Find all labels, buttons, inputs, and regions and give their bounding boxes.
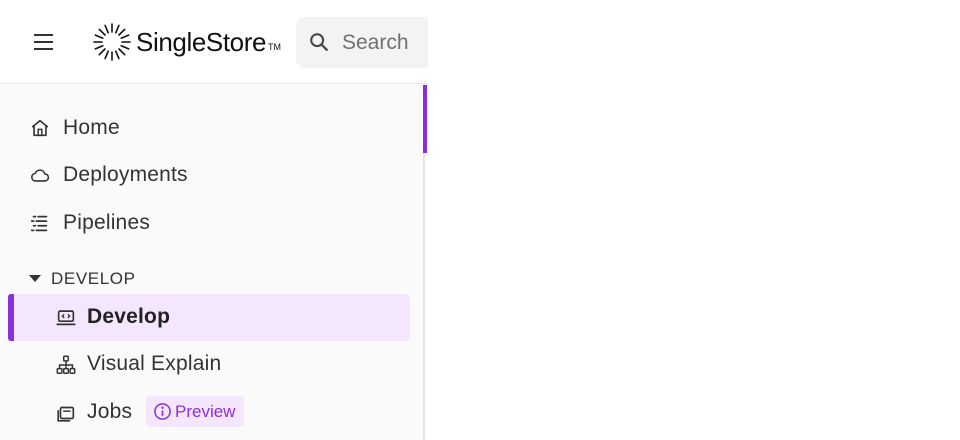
sidebar-item-home[interactable]: Home	[0, 104, 410, 151]
top-bar: SingleStore TM	[0, 0, 428, 84]
hierarchy-icon	[56, 355, 76, 374]
develop-icon	[56, 310, 76, 326]
search-box[interactable]	[296, 17, 428, 68]
sidebar-item-jobs[interactable]: Jobs Preview	[8, 389, 410, 436]
sidebar-item-label: Home	[63, 115, 120, 139]
sidebar-item-label: Visual Explain	[87, 352, 222, 375]
preview-badge: Preview	[146, 396, 245, 427]
sidebar-resize-handle[interactable]	[423, 85, 427, 153]
singlestore-logo[interactable]: SingleStore TM	[92, 22, 281, 62]
sidebar-item-pipelines[interactable]: Pipelines	[0, 199, 410, 246]
pipelines-icon	[30, 215, 48, 232]
jobs-icon	[57, 406, 75, 422]
sidebar-item-label: Jobs	[87, 400, 133, 423]
sidebar-item-label: Deployments	[63, 162, 188, 186]
info-icon	[154, 403, 171, 420]
sidebar: Home Deployments Pipelines DEVELOP Devel…	[0, 85, 423, 440]
sidebar-item-visual-explain[interactable]: Visual Explain	[8, 341, 410, 388]
brand-name: SingleStore	[136, 26, 267, 57]
sidebar-item-label: Pipelines	[63, 210, 151, 234]
develop-section-toggle[interactable]: DEVELOP	[0, 261, 410, 297]
trademark-mark: TM	[268, 42, 282, 52]
search-input[interactable]	[342, 29, 426, 57]
badge-label: Preview	[175, 401, 236, 421]
section-label: DEVELOP	[51, 269, 136, 288]
sidebar-item-develop[interactable]: Develop	[8, 294, 410, 341]
sidebar-item-label: Develop	[87, 305, 171, 328]
home-icon	[31, 119, 49, 137]
sidebar-item-deployments[interactable]: Deployments	[0, 151, 410, 198]
hamburger-menu-icon[interactable]	[30, 30, 58, 54]
search-icon	[310, 33, 328, 51]
caret-down-icon	[29, 275, 41, 282]
sunburst-logo-icon	[93, 23, 131, 61]
cloud-icon	[31, 169, 50, 182]
